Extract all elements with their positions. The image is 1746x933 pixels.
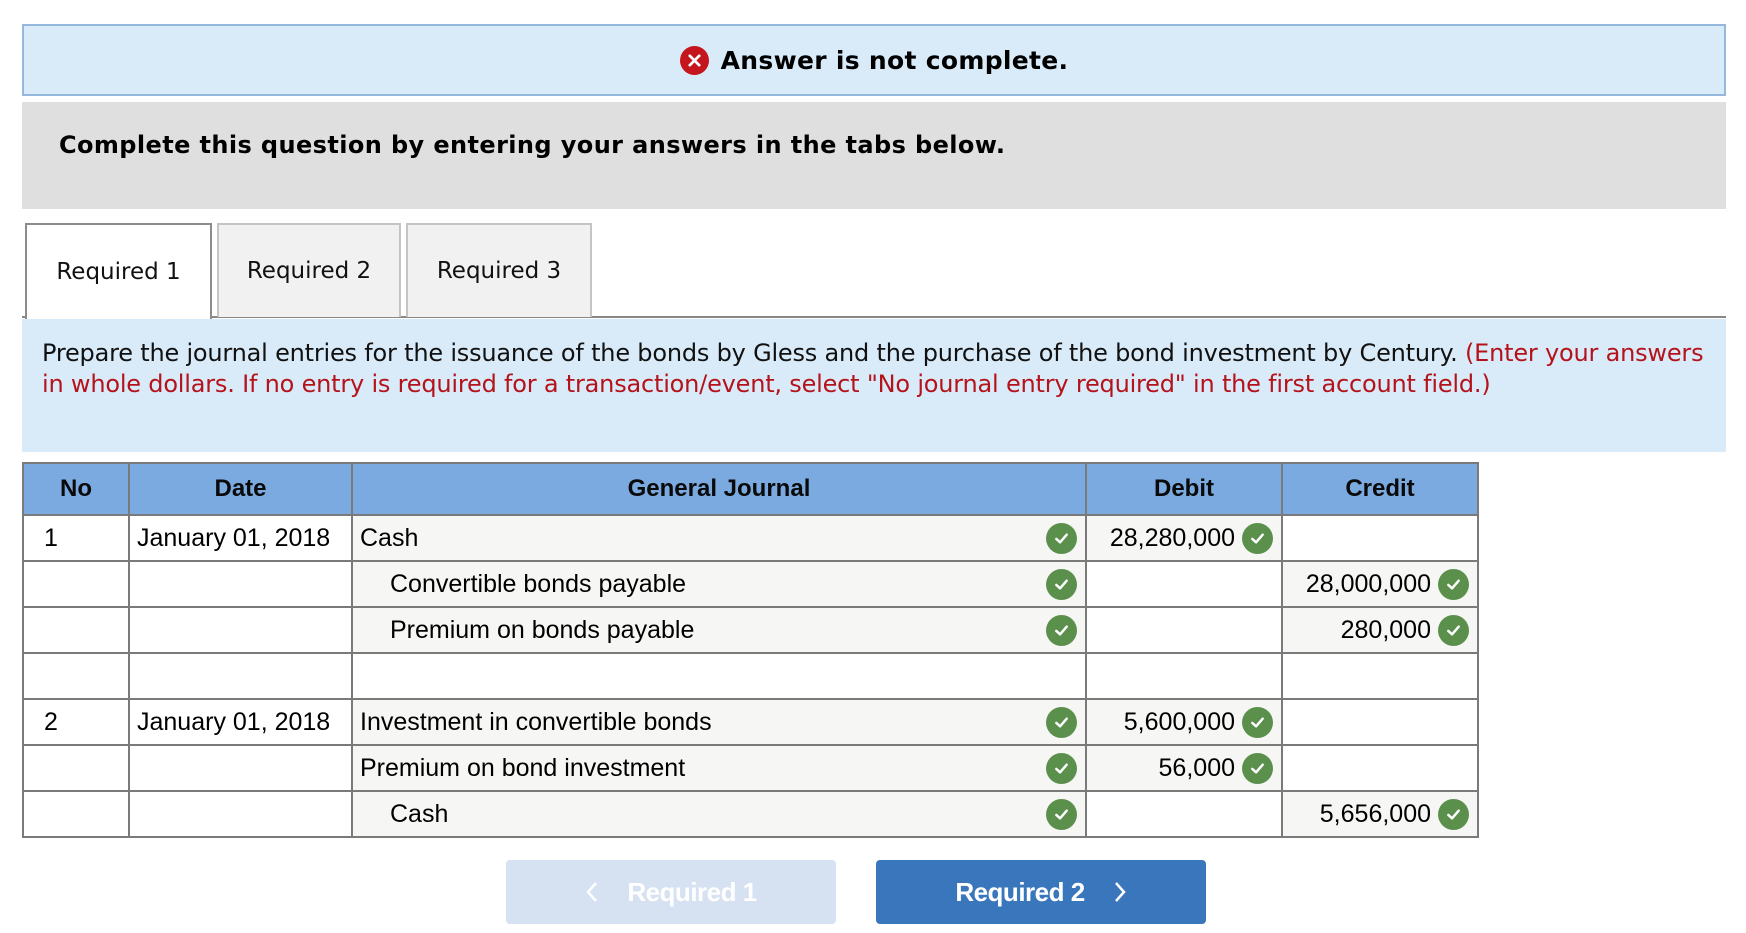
debit-field[interactable]: 28,280,000 bbox=[1085, 514, 1283, 562]
entry-number-cell bbox=[22, 744, 130, 792]
journal-row bbox=[22, 652, 1479, 700]
journal-row: Premium on bonds payable 280,000 bbox=[22, 606, 1479, 654]
column-header-general-journal: General Journal bbox=[351, 462, 1087, 516]
journal-entry-table: No Date General Journal Debit Credit 1 Ja… bbox=[22, 462, 1479, 838]
correct-check-icon bbox=[1242, 706, 1273, 738]
debit-field[interactable] bbox=[1085, 652, 1283, 700]
entry-number-cell: 2 bbox=[22, 698, 130, 746]
debit-field[interactable] bbox=[1085, 560, 1283, 608]
entry-number-cell bbox=[22, 606, 130, 654]
correct-check-icon bbox=[1242, 752, 1273, 784]
answer-status-banner: Answer is not complete. bbox=[22, 24, 1726, 96]
question-prompt-band: Complete this question by entering your … bbox=[22, 102, 1726, 209]
account-name: Convertible bonds payable bbox=[390, 569, 687, 598]
error-x-icon bbox=[679, 45, 709, 75]
date-cell[interactable]: January 01, 2018 bbox=[128, 698, 353, 746]
debit-field-value: 28,280,000 bbox=[1109, 523, 1235, 552]
correct-check-icon bbox=[1046, 798, 1077, 830]
correct-check-icon bbox=[1438, 798, 1469, 830]
account-field[interactable]: Investment in convertible bonds bbox=[351, 698, 1087, 746]
debit-field-value: 5,600,000 bbox=[1123, 707, 1235, 736]
date-cell[interactable]: January 01, 2018 bbox=[128, 514, 353, 562]
entry-number-cell bbox=[22, 652, 130, 700]
journal-row: Premium on bond investment 56,000 bbox=[22, 744, 1479, 792]
correct-check-icon bbox=[1046, 706, 1077, 738]
debit-field[interactable] bbox=[1085, 606, 1283, 654]
account-field[interactable]: Premium on bond investment bbox=[351, 744, 1087, 792]
column-header-credit: Credit bbox=[1281, 462, 1479, 516]
date-cell bbox=[128, 560, 353, 608]
correct-check-icon bbox=[1046, 522, 1077, 554]
credit-field[interactable] bbox=[1281, 514, 1479, 562]
credit-field-value: 28,000,000 bbox=[1305, 569, 1431, 598]
correct-check-icon bbox=[1046, 568, 1077, 600]
date-cell bbox=[128, 606, 353, 654]
question-prompt: Complete this question by entering your … bbox=[59, 131, 1006, 159]
date-cell bbox=[128, 790, 353, 838]
correct-check-icon bbox=[1438, 568, 1469, 600]
debit-field[interactable]: 5,600,000 bbox=[1085, 698, 1283, 746]
requirement-tabs: Required 1 Required 2 Required 3 bbox=[22, 223, 1726, 319]
credit-field[interactable] bbox=[1281, 652, 1479, 700]
debit-field-value: 56,000 bbox=[1158, 753, 1235, 782]
account-field[interactable] bbox=[351, 652, 1087, 700]
journal-row: Convertible bonds payable 28,000,000 bbox=[22, 560, 1479, 608]
date-cell bbox=[128, 744, 353, 792]
entry-number-cell: 1 bbox=[22, 514, 130, 562]
correct-check-icon bbox=[1046, 752, 1077, 784]
journal-row: 1 January 01, 2018 Cash 28,280,000 bbox=[22, 514, 1479, 562]
credit-field-value: 5,656,000 bbox=[1319, 799, 1431, 828]
credit-field[interactable] bbox=[1281, 698, 1479, 746]
debit-field[interactable] bbox=[1085, 790, 1283, 838]
account-name: Premium on bonds payable bbox=[390, 615, 695, 644]
account-field[interactable]: Convertible bonds payable bbox=[351, 560, 1087, 608]
column-header-no: No bbox=[22, 462, 130, 516]
account-name: Premium on bond investment bbox=[360, 753, 686, 782]
correct-check-icon bbox=[1438, 614, 1469, 646]
table-header-row: No Date General Journal Debit Credit bbox=[22, 462, 1479, 516]
credit-field[interactable] bbox=[1281, 744, 1479, 792]
tab-required-2[interactable]: Required 2 bbox=[217, 223, 401, 317]
date-cell bbox=[128, 652, 353, 700]
account-field[interactable]: Cash bbox=[351, 790, 1087, 838]
column-header-date: Date bbox=[128, 462, 353, 516]
account-field[interactable]: Premium on bonds payable bbox=[351, 606, 1087, 654]
journal-body: 1 January 01, 2018 Cash 28,280,000 Convertib… bbox=[22, 514, 1479, 838]
entry-number-cell bbox=[22, 790, 130, 838]
instructions-panel: Prepare the journal entries for the issu… bbox=[22, 319, 1726, 452]
chevron-right-icon bbox=[1113, 881, 1127, 903]
tab-required-3[interactable]: Required 3 bbox=[406, 223, 592, 317]
chevron-left-icon bbox=[585, 881, 599, 903]
credit-field[interactable]: 28,000,000 bbox=[1281, 560, 1479, 608]
correct-check-icon bbox=[1242, 522, 1273, 554]
previous-required-button[interactable]: Required 1 bbox=[506, 860, 836, 924]
next-required-button[interactable]: Required 2 bbox=[876, 860, 1206, 924]
credit-field[interactable]: 280,000 bbox=[1281, 606, 1479, 654]
journal-row: 2 January 01, 2018 Investment in convertib… bbox=[22, 698, 1479, 746]
journal-row: Cash 5,656,000 bbox=[22, 790, 1479, 838]
account-name: Cash bbox=[390, 799, 449, 828]
answer-status-message: Answer is not complete. bbox=[720, 45, 1069, 75]
entry-number-cell bbox=[22, 560, 130, 608]
instructions-text: Prepare the journal entries for the issu… bbox=[42, 339, 1458, 367]
credit-field-value: 280,000 bbox=[1340, 615, 1431, 644]
account-name: Cash bbox=[360, 523, 419, 552]
previous-button-label: Required 1 bbox=[627, 876, 757, 907]
debit-field[interactable]: 56,000 bbox=[1085, 744, 1283, 792]
account-field[interactable]: Cash bbox=[351, 514, 1087, 562]
tab-required-1[interactable]: Required 1 bbox=[25, 223, 212, 319]
credit-field[interactable]: 5,656,000 bbox=[1281, 790, 1479, 838]
column-header-debit: Debit bbox=[1085, 462, 1283, 516]
account-name: Investment in convertible bonds bbox=[360, 707, 712, 736]
next-button-label: Required 2 bbox=[955, 876, 1085, 907]
correct-check-icon bbox=[1046, 614, 1077, 646]
